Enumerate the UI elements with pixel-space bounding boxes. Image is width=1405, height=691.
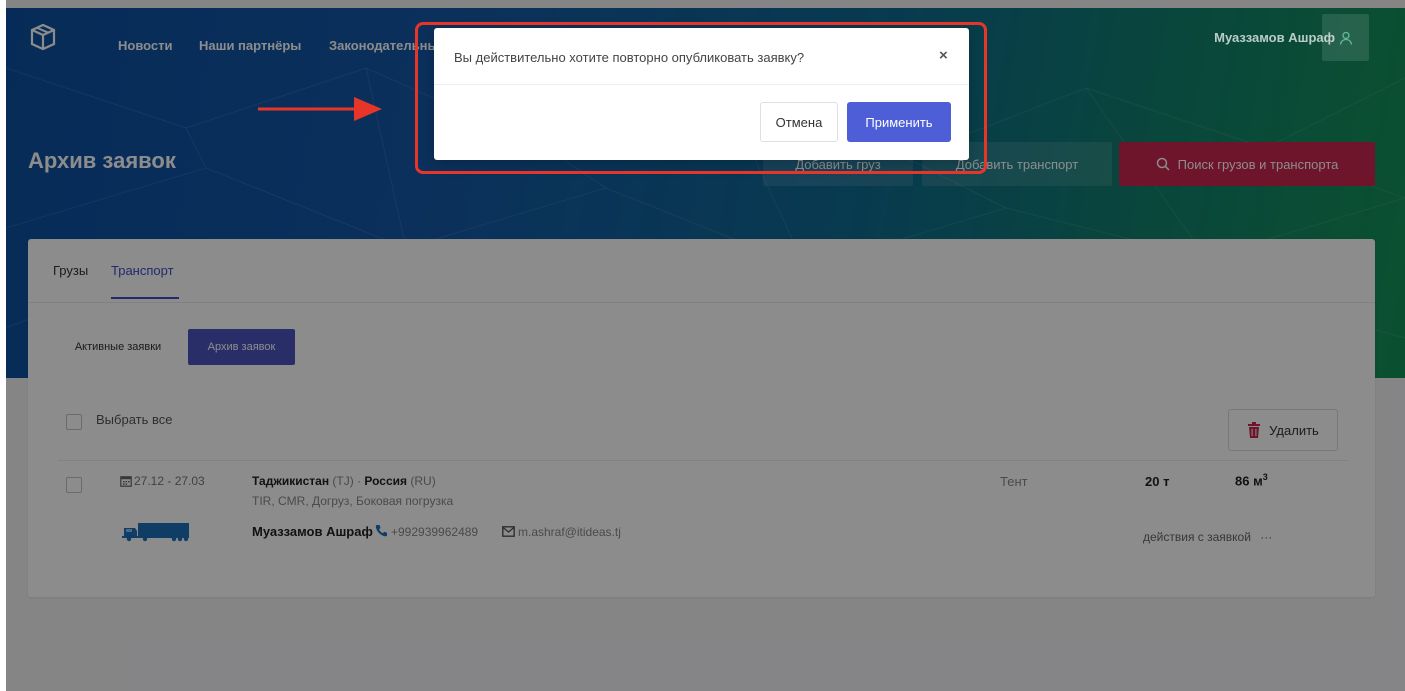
highlight-annotation	[415, 22, 987, 174]
page-edge	[0, 0, 6, 691]
arrow-annotation-icon	[258, 97, 382, 121]
user-icon	[1339, 31, 1352, 45]
user-name[interactable]: Муаззамов Ашраф	[1214, 30, 1335, 45]
user-menu-button[interactable]	[1322, 14, 1369, 61]
